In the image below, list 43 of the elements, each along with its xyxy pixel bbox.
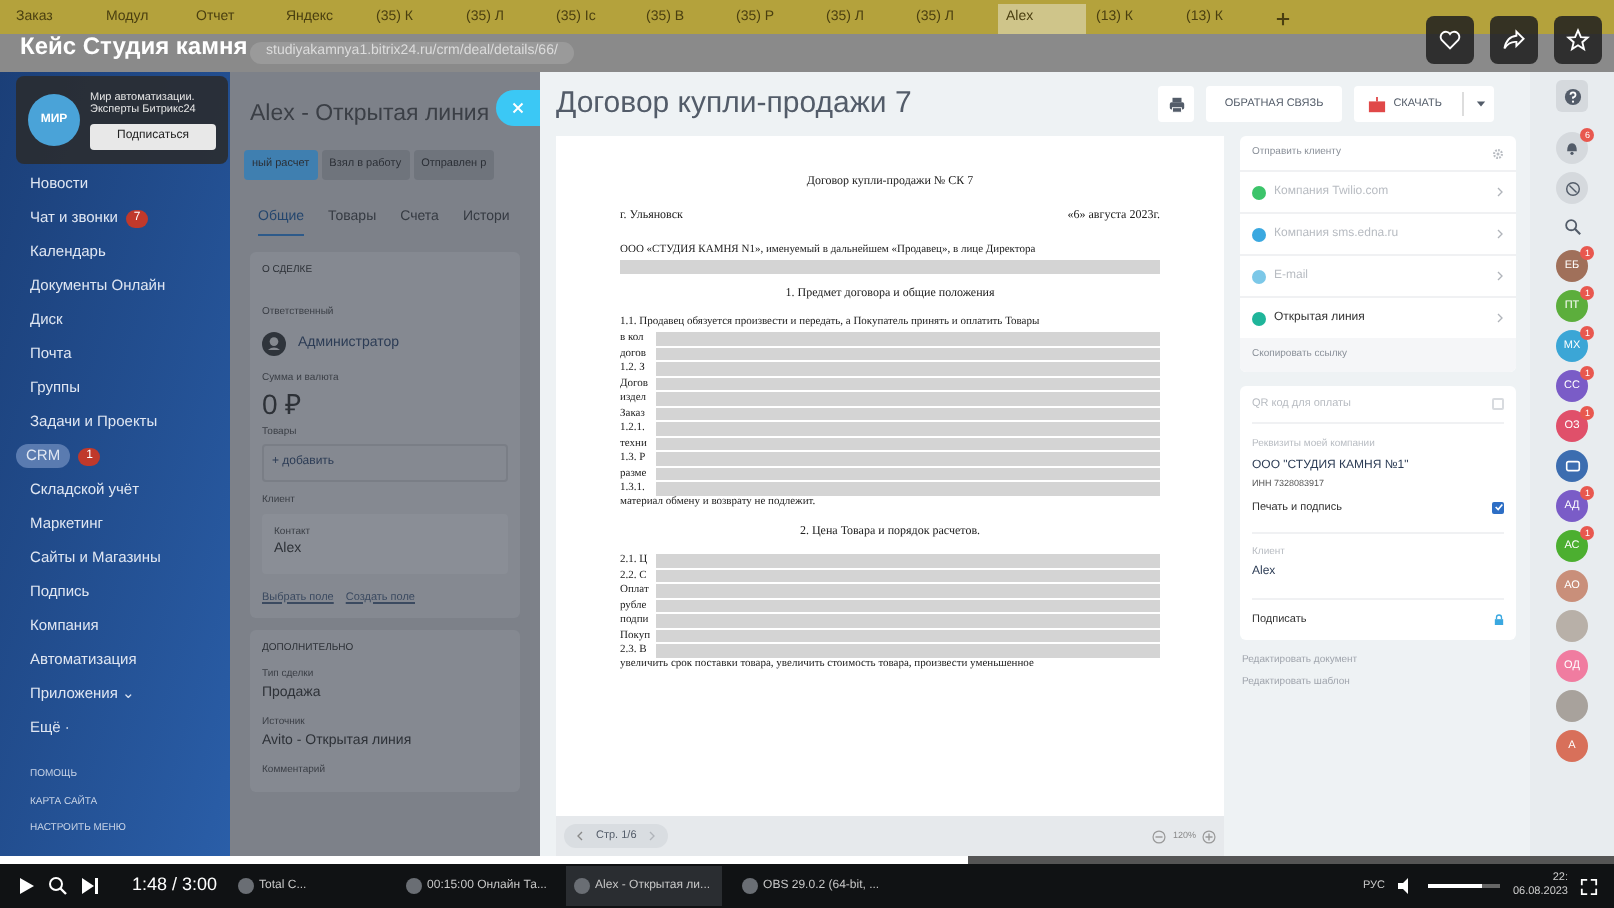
skip-next-icon[interactable] xyxy=(80,876,100,896)
app-icon xyxy=(741,878,758,894)
file-icon xyxy=(1367,95,1386,113)
chevron-icon xyxy=(1496,228,1504,240)
share-icon xyxy=(1502,28,1526,52)
video-time: 1:48 / 3:00 xyxy=(132,872,218,899)
previous-page-icon[interactable] xyxy=(576,830,584,842)
search-icon[interactable] xyxy=(48,876,68,896)
circle-slash-icon xyxy=(1563,179,1581,197)
video-title: Кейс Студия камня xyxy=(20,30,248,64)
app-icon xyxy=(573,878,590,894)
chevron-icon xyxy=(1496,270,1504,282)
contact-center-button[interactable] xyxy=(1556,172,1588,204)
video-progress-bar[interactable] xyxy=(0,856,1614,864)
lock-icon xyxy=(1494,614,1504,627)
deal-sum: 0 ₽ xyxy=(262,387,304,419)
printer-icon xyxy=(1167,95,1186,113)
chat-icon xyxy=(1563,457,1581,475)
app-icon xyxy=(237,878,254,894)
chevron-icon xyxy=(1496,186,1504,198)
app-icon xyxy=(405,878,422,894)
favorite-button[interactable] xyxy=(1554,16,1602,64)
print-button[interactable] xyxy=(1158,86,1195,122)
help-button[interactable] xyxy=(1556,80,1588,112)
checkbox[interactable] xyxy=(1492,398,1504,411)
contact-avatar[interactable] xyxy=(1556,450,1588,482)
close-icon xyxy=(512,102,524,114)
deal-title: Alex - Открытая линия xyxy=(250,100,490,130)
star-icon xyxy=(1566,28,1590,52)
question-icon xyxy=(1563,87,1581,105)
fullscreen-icon[interactable] xyxy=(1580,877,1598,895)
close-button[interactable] xyxy=(496,90,540,126)
share-button[interactable] xyxy=(1490,16,1538,64)
heart-icon xyxy=(1438,28,1462,52)
bell-icon xyxy=(1564,140,1580,156)
user-avatar-icon xyxy=(262,332,286,356)
like-button[interactable] xyxy=(1426,16,1474,64)
chevron-icon xyxy=(1496,312,1504,324)
caret-icon[interactable] xyxy=(1476,100,1486,108)
play-icon[interactable] xyxy=(16,876,36,896)
check-icon xyxy=(1493,502,1503,513)
plus-icon[interactable] xyxy=(1276,12,1290,26)
panel-title: Договор купли-продажи 7 xyxy=(556,83,914,124)
